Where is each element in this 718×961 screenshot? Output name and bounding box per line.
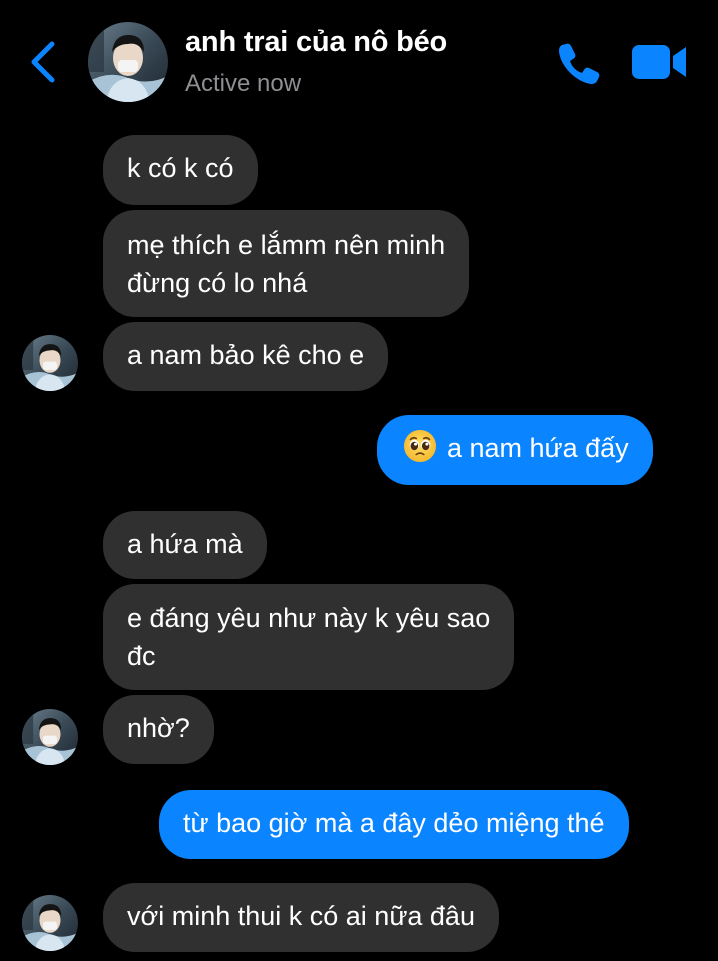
- incoming-message-bubble[interactable]: a nam bảo kê cho e: [103, 322, 389, 391]
- outgoing-message-bubble[interactable]: a nam hứa đấy: [377, 415, 653, 485]
- video-call-button[interactable]: [632, 42, 688, 82]
- incoming-message-bubble[interactable]: a hứa mà: [103, 511, 267, 579]
- contact-avatar-small[interactable]: [22, 895, 78, 951]
- message-text-line: đc: [127, 641, 156, 671]
- message-text: a nam hứa đấy: [447, 433, 629, 463]
- back-button[interactable]: [26, 38, 60, 86]
- message-text: a nam bảo kê cho e: [127, 340, 365, 370]
- message-text-line: e đáng yêu như này k yêu sao: [127, 603, 491, 633]
- message-text: a hứa mà: [127, 529, 243, 559]
- contact-avatar[interactable]: [88, 22, 168, 102]
- video-camera-icon: [632, 45, 686, 79]
- message-text: từ bao giờ mà a đây dẻo miệng thé: [183, 808, 605, 838]
- contact-name[interactable]: anh trai của nô béo: [185, 26, 447, 59]
- message-text-line: đừng có lo nhá: [127, 268, 308, 298]
- pleading-face-emoji: [403, 429, 437, 463]
- voice-call-button[interactable]: [556, 40, 602, 86]
- incoming-message-bubble[interactable]: k có k có: [103, 135, 258, 205]
- phone-icon: [559, 43, 600, 84]
- contact-avatar-small[interactable]: [22, 709, 78, 765]
- incoming-message-bubble[interactable]: e đáng yêu như này k yêu sao đc: [103, 584, 515, 690]
- message-text: nhờ?: [127, 713, 190, 743]
- chat-header: anh trai của nô béo Active now: [0, 0, 718, 120]
- active-status: Active now: [185, 70, 302, 97]
- message-text: k có k có: [127, 153, 234, 183]
- message-text: với minh thui k có ai nữa đâu: [127, 901, 475, 931]
- incoming-message-bubble[interactable]: mẹ thích e lắmm nên minh đừng có lo nhá: [103, 210, 470, 317]
- chevron-left-icon: [31, 41, 55, 83]
- incoming-message-bubble[interactable]: nhờ?: [103, 695, 214, 764]
- message-text-line: mẹ thích e lắmm nên minh: [127, 230, 446, 260]
- incoming-message-bubble[interactable]: với minh thui k có ai nữa đâu: [103, 883, 499, 952]
- outgoing-message-bubble[interactable]: từ bao giờ mà a đây dẻo miệng thé: [159, 790, 629, 859]
- contact-avatar-small[interactable]: [22, 335, 78, 391]
